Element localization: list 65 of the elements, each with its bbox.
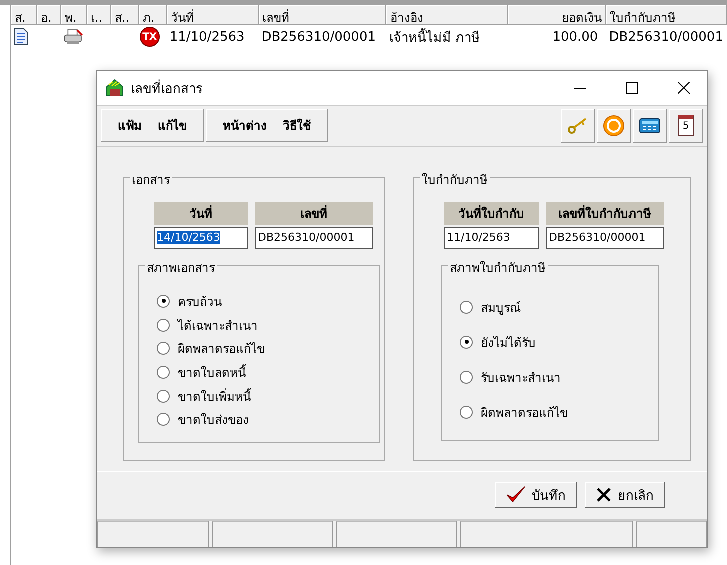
radio-button[interactable] — [157, 390, 170, 403]
radio-button[interactable] — [460, 300, 473, 314]
input-field[interactable]: DB256310/00001 — [255, 226, 373, 249]
input-field[interactable]: DB256310/00001 — [546, 226, 664, 249]
window-title: เลขที่เอกสาร — [131, 78, 204, 98]
radio-label[interactable]: ได้เฉพาะสำเนา — [178, 316, 258, 335]
menu-item[interactable]: วิธีใช้ — [283, 116, 311, 136]
menu-item[interactable]: แก้ไข — [158, 116, 187, 136]
column-header[interactable]: ภ. — [138, 5, 167, 25]
status-bar-panel — [636, 521, 708, 547]
column-header[interactable]: ใบกำกับภาษี — [606, 5, 727, 25]
key-icon[interactable] — [561, 108, 595, 143]
radio-label[interactable]: ขาดใบส่งของ — [178, 410, 249, 430]
column-header[interactable]: ยอดเงิน — [508, 5, 606, 25]
calculator-icon[interactable] — [633, 108, 667, 143]
printer-icon — [64, 27, 84, 47]
radio-label[interactable]: ผิดพลาดรอแก้ไข — [178, 339, 265, 358]
input-field[interactable]: 14/10/2563 — [154, 226, 248, 249]
radio-button[interactable] — [157, 413, 170, 426]
save-button[interactable]: บันทึก — [495, 482, 577, 508]
table-cell: DB256310/00001 — [609, 30, 724, 44]
radio-label[interactable]: รับเฉพาะสำเนา — [481, 368, 561, 387]
table-cell: DB256310/00001 — [262, 30, 376, 44]
column-header[interactable]: เลขที่ — [258, 5, 386, 25]
field-label: เลขที่ใบกำกับภาษี — [546, 202, 664, 225]
radio-label[interactable]: ยังไม่ได้รับ — [481, 332, 536, 352]
radio-button[interactable] — [157, 366, 170, 379]
column-header[interactable]: วันที่ — [166, 5, 259, 25]
radio-button[interactable] — [460, 370, 473, 384]
column-header[interactable]: ส. — [11, 5, 37, 25]
menu-item[interactable]: แฟ้ม — [118, 116, 142, 136]
radio-label[interactable]: ผิดพลาดรอแก้ไข — [481, 402, 568, 422]
tax-badge: TX — [140, 27, 160, 47]
field-label: เลขที่ — [255, 202, 373, 225]
document-icon — [14, 28, 29, 46]
table-cell: 11/10/2563 — [170, 30, 245, 44]
radio-button[interactable] — [157, 318, 170, 332]
radio-button[interactable] — [157, 342, 170, 356]
column-header[interactable]: พ. — [60, 5, 87, 25]
radio-label[interactable]: ครบถ้วน — [178, 292, 222, 311]
menu-item[interactable]: หน้าต่าง — [223, 116, 267, 136]
calendar-icon[interactable]: 5 — [669, 108, 703, 143]
radio-button[interactable] — [460, 406, 473, 419]
table-cell: 100.00 — [552, 30, 598, 44]
minimize-icon[interactable] — [574, 86, 586, 90]
column-header[interactable]: อ. — [36, 5, 61, 25]
target-icon[interactable] — [597, 108, 631, 143]
column-header[interactable]: เ.. — [86, 5, 111, 25]
radio-label[interactable]: ขาดใบเพิ่มหนี้ — [178, 386, 251, 406]
radio-button[interactable] — [157, 294, 170, 308]
house-icon — [105, 78, 125, 98]
column-header[interactable]: อ้างอิง — [386, 5, 508, 25]
close-icon[interactable] — [678, 82, 690, 94]
field-label: วันที่ — [154, 202, 248, 225]
field-label: วันที่ใบกำกับ — [444, 202, 539, 225]
cancel-button[interactable]: ยกเลิก — [585, 482, 665, 508]
input-field[interactable]: 11/10/2563 — [444, 226, 539, 249]
table-cell: เจ้าหนี้ไม่มี ภาษี — [390, 26, 481, 48]
checkmark-icon — [506, 486, 526, 504]
radio-label[interactable]: สมบูรณ์ — [481, 298, 521, 317]
maximize-icon[interactable] — [626, 82, 638, 94]
radio-label[interactable]: ขาดใบลดหนี้ — [178, 362, 246, 382]
close-icon — [596, 487, 612, 504]
column-header[interactable]: ส.. — [110, 5, 139, 25]
radio-button[interactable] — [460, 336, 473, 349]
